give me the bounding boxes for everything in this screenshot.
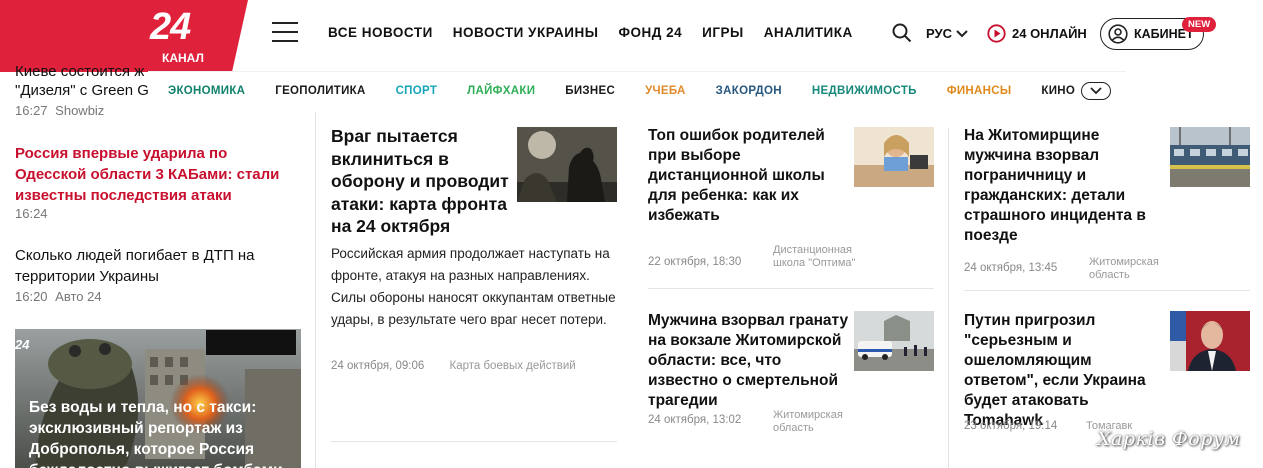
photo-news-title[interactable]: Без воды и тепла, но с такси: эксклюзивн… [29, 397, 291, 468]
news-card-source[interactable]: Дистанционная школа "Оптима" [773, 244, 863, 269]
news-card-title[interactable]: Путин пригрозил "серьезным и ошеломляющи… [964, 311, 1169, 431]
nav-fund-24[interactable]: ФОНД 24 [618, 25, 682, 40]
news-tag[interactable]: Showbiz [55, 103, 104, 118]
main-article-image[interactable] [517, 127, 617, 202]
divider [331, 441, 617, 442]
logo-subtitle: КАНАЛ [162, 51, 204, 65]
news-headline[interactable]: Сколько людей погибает в ДТП на территор… [15, 245, 300, 287]
news-headline[interactable]: Россия впервые ударила по Одесской облас… [15, 143, 300, 206]
category-realty[interactable]: НЕДВИЖИМОСТЬ [812, 85, 917, 97]
news-card-source[interactable]: Житомирская область [773, 409, 863, 434]
news-time: 16:27 Showbiz [15, 103, 104, 118]
article-source[interactable]: Карта боевых действий [450, 360, 576, 372]
chevron-down-icon [956, 29, 968, 37]
logo-number: 24 [150, 6, 191, 48]
chevron-down-icon [1090, 87, 1102, 95]
main-nav: ВСЕ НОВОСТИ НОВОСТИ УКРАИНЫ ФОНД 24 ИГРЫ… [328, 25, 853, 40]
category-business[interactable]: БИЗНЕС [565, 85, 615, 97]
news-time-value: 16:20 [15, 289, 48, 304]
news-card-title[interactable]: Мужчина взорвал гранату на вокзале Житом… [648, 311, 854, 411]
category-bar: ЭКОНОМИКА ГЕОПОЛИТИКА СПОРТ ЛАЙФХАКИ БИЗ… [148, 71, 1126, 110]
photo-news-card[interactable]: 24 Без воды и тепла, но с такси: эксклюз… [15, 329, 301, 468]
channel-watermark-icon: 24 [15, 337, 30, 352]
category-sport[interactable]: СПОРТ [396, 85, 438, 97]
column-divider [948, 128, 949, 468]
main-article-meta: 24 октября, 09:06 Карта боевых действий [331, 360, 576, 372]
language-label: РУС [926, 26, 952, 41]
image-mask [206, 330, 296, 355]
news-card-date: 24 октября, 13:02 [648, 414, 742, 426]
news-card-title[interactable]: Топ ошибок родителей при выборе дистанци… [648, 126, 844, 226]
article-date: 24 октября, 09:06 [331, 360, 425, 372]
main-article-lead: Российская армия продолжает наступать на… [331, 246, 616, 327]
divider [964, 290, 1250, 291]
category-lifehacks[interactable]: ЛАЙФХАКИ [467, 85, 535, 97]
news-time: 16:20 Авто 24 [15, 289, 102, 304]
category-finance[interactable]: ФИНАНСЫ [947, 85, 1012, 97]
column-divider [315, 112, 316, 468]
divider [648, 288, 934, 289]
news-tag[interactable]: Авто 24 [55, 289, 101, 304]
language-selector[interactable]: РУС [926, 26, 968, 41]
news-card-thumbnail[interactable] [1170, 311, 1250, 371]
search-icon[interactable] [892, 23, 912, 43]
category-education[interactable]: УЧЕБА [645, 85, 686, 97]
menu-icon[interactable] [272, 22, 298, 44]
nav-all-news[interactable]: ВСЕ НОВОСТИ [328, 25, 433, 40]
more-categories-button[interactable] [1081, 82, 1112, 100]
news-card-date: 22 октября, 18:30 [648, 256, 742, 268]
main-article-title[interactable]: Враг пытается вклиниться в оборону и про… [331, 125, 511, 238]
news-card-date: 24 октября, 13:45 [964, 262, 1058, 274]
news-card-thumbnail[interactable] [854, 311, 934, 371]
nav-ukraine-news[interactable]: НОВОСТИ УКРАИНЫ [453, 25, 599, 40]
news-time-value: 16:27 [15, 103, 48, 118]
news-card-thumbnail[interactable] [854, 127, 934, 187]
news-card-date: 23 октября, 19:14 [964, 420, 1058, 432]
forum-watermark: Харків Форум [1097, 428, 1241, 450]
news-card-thumbnail[interactable] [1170, 127, 1250, 187]
nav-games[interactable]: ИГРЫ [702, 25, 744, 40]
news-time: 16:24 [15, 206, 48, 221]
news-card-title[interactable]: На Житомирщине мужчина взорвал пограничн… [964, 126, 1160, 246]
category-cinema[interactable]: КИНО [1041, 85, 1075, 97]
category-abroad[interactable]: ЗАКОРДОН [716, 85, 782, 97]
news-card-source[interactable]: Житомирская область [1089, 256, 1179, 281]
nav-analytics[interactable]: АНАЛИТИКА [764, 25, 853, 40]
category-geopolitics[interactable]: ГЕОПОЛИТИКА [275, 85, 365, 97]
new-badge: NEW [1182, 17, 1217, 32]
category-economy[interactable]: ЭКОНОМИКА [168, 85, 245, 97]
play-icon [987, 24, 1006, 43]
user-icon [1108, 24, 1128, 44]
online-button[interactable]: 24 ОНЛАЙН [987, 24, 1087, 43]
clipped-headline-line[interactable]: "Дизеля" с Green G [15, 80, 149, 102]
online-label: 24 ОНЛАЙН [1012, 26, 1087, 41]
